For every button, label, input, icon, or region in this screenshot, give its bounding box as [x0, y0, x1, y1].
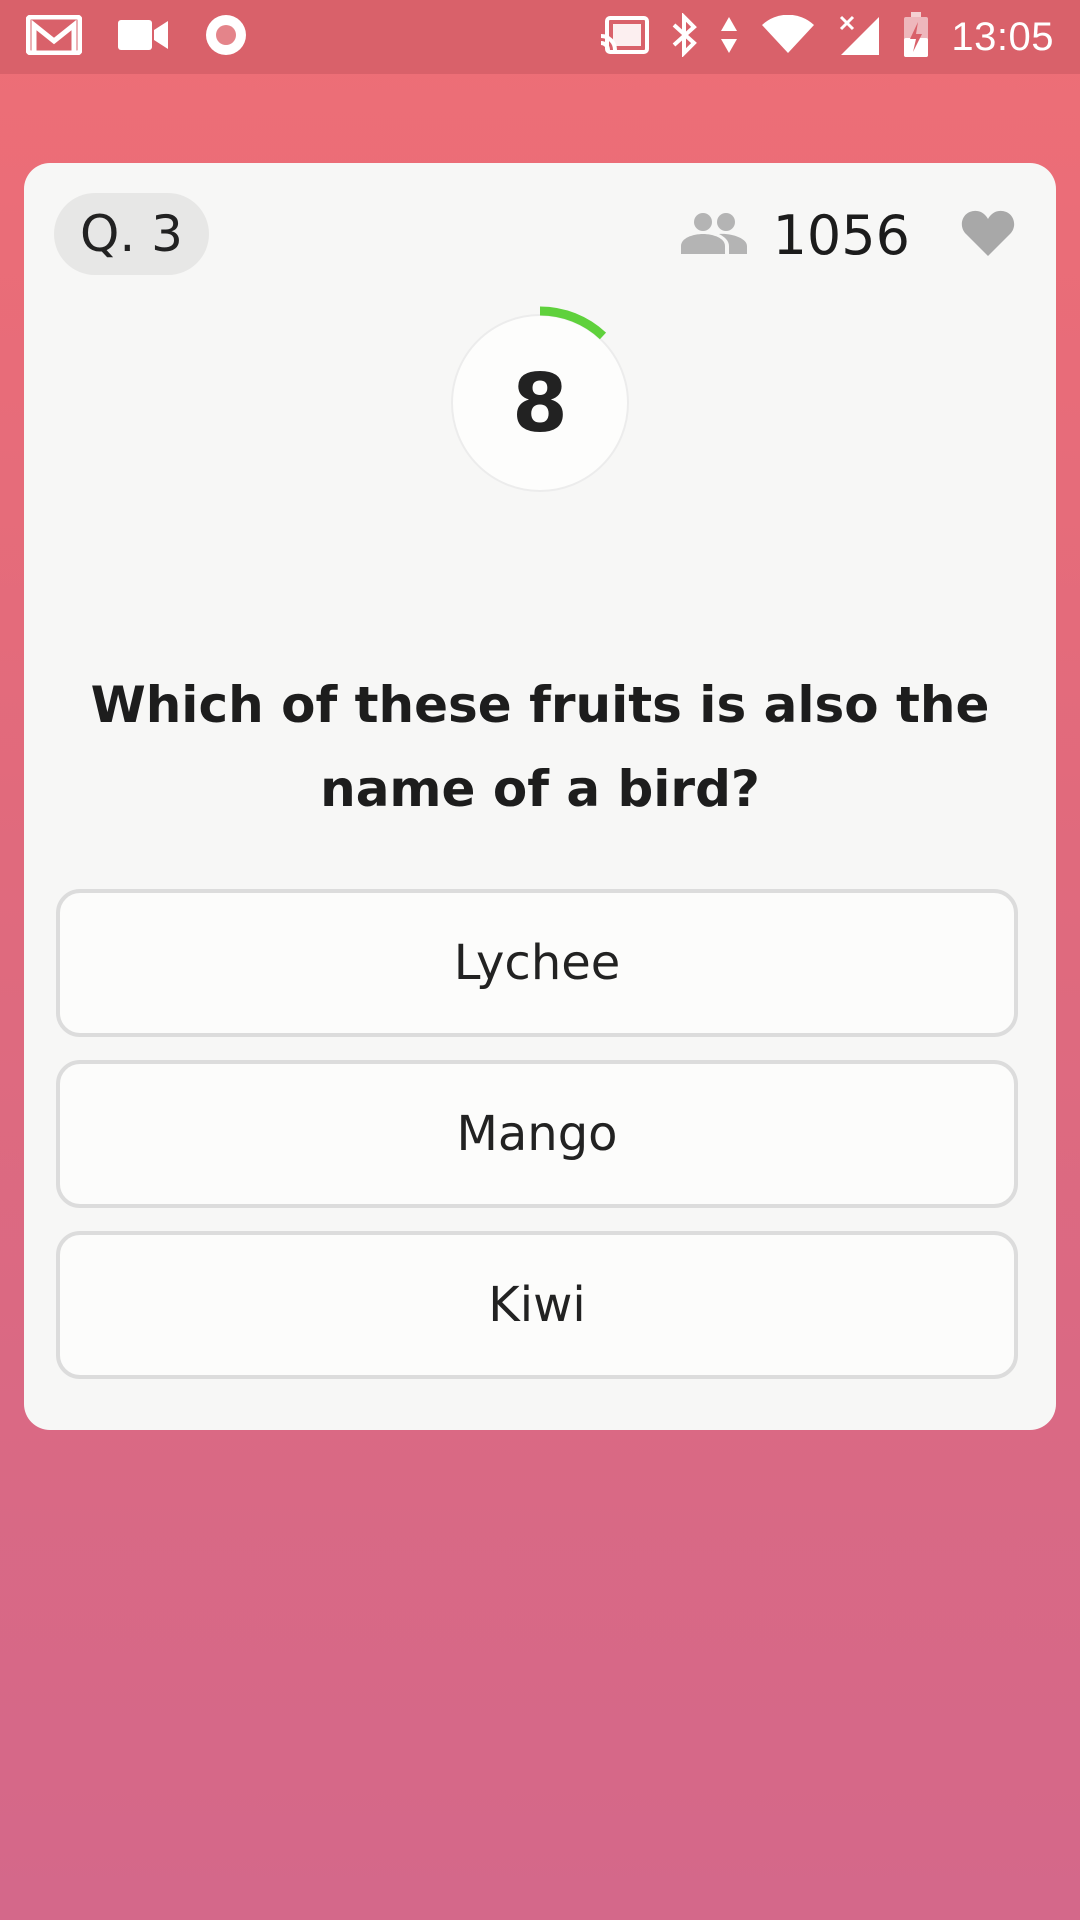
viewer-count: 1056 — [772, 203, 910, 267]
cast-icon — [599, 15, 650, 59]
record-icon — [204, 13, 248, 62]
bluetooth-icon — [671, 11, 698, 62]
question-text: Which of these fruits is also the name o… — [90, 676, 990, 818]
countdown-timer: 8 — [440, 303, 640, 503]
signal-icon — [837, 13, 881, 62]
question-number-badge: Q. 3 — [54, 193, 209, 275]
battery-charging-icon — [903, 11, 929, 63]
gmail-icon — [25, 14, 83, 60]
heart-icon[interactable] — [960, 208, 1016, 263]
people-icon — [679, 210, 749, 261]
answer-option-2[interactable]: Mango — [56, 1060, 1018, 1208]
quiz-card: Q. 3 1056 8 Which of these fruits is als… — [24, 163, 1056, 1430]
answer-option-3[interactable]: Kiwi — [56, 1231, 1018, 1379]
timer-value: 8 — [512, 356, 568, 450]
wifi-icon — [761, 14, 815, 60]
answer-option-1[interactable]: Lychee — [56, 889, 1018, 1037]
data-arrows-icon — [719, 15, 739, 60]
status-time: 13:05 — [951, 14, 1054, 59]
video-camera-icon — [118, 18, 168, 57]
viewer-info: 1056 — [679, 203, 1016, 267]
status-bar: 13:05 — [0, 0, 1080, 74]
